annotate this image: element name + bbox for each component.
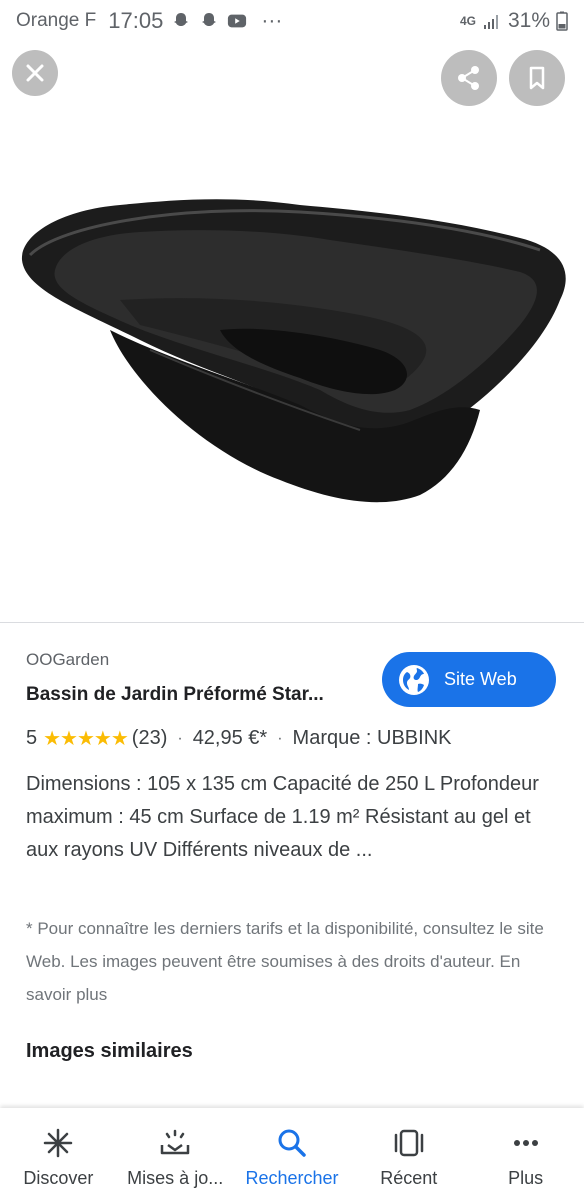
overflow-dots: ···	[261, 9, 283, 32]
nav-label: Rechercher	[245, 1168, 339, 1188]
network-type: 4G	[459, 14, 476, 28]
disclaimer-text: * Pour connaître les derniers tarifs et …	[26, 919, 544, 1004]
source-name[interactable]: OOGarden	[26, 650, 109, 670]
youtube-icon	[228, 14, 247, 28]
close-icon	[26, 64, 44, 82]
product-image[interactable]	[0, 150, 584, 590]
review-count[interactable]: (23)	[132, 727, 168, 750]
price: 42,95 €*	[192, 727, 268, 749]
share-icon	[458, 66, 479, 90]
battery-icon	[556, 11, 568, 31]
separator: ·	[177, 729, 183, 747]
snapchat-icon	[202, 13, 217, 26]
carrier-name: Orange F	[16, 10, 97, 31]
product-description: Dimensions : 105 x 135 cm Capacité de 25…	[26, 773, 539, 861]
nav-label: Plus	[508, 1168, 544, 1188]
bookmark-button[interactable]	[509, 50, 565, 106]
nav-discover[interactable]: Discover	[0, 1108, 117, 1200]
visit-site-button[interactable]: Site Web	[382, 652, 556, 707]
star-rating: ★★★★★	[43, 728, 129, 750]
nav-more[interactable]: Plus	[467, 1108, 584, 1200]
divider	[0, 622, 584, 623]
globe-icon	[399, 664, 429, 695]
snapchat-icon	[174, 13, 189, 26]
more-icon	[513, 1140, 538, 1146]
bookmark-icon	[529, 66, 545, 90]
similar-images-heading: Images similaires	[26, 1040, 193, 1062]
separator: ·	[277, 729, 283, 747]
recent-icon	[394, 1129, 424, 1157]
nav-label: Discover	[23, 1168, 94, 1188]
signal-icon	[483, 15, 498, 29]
nav-label: Mises à jo...	[127, 1168, 224, 1188]
nav-updates[interactable]: Mises à jo...	[117, 1108, 234, 1200]
close-button[interactable]	[12, 50, 58, 96]
clock: 17:05	[108, 8, 164, 33]
share-button[interactable]	[441, 50, 497, 106]
search-icon	[278, 1129, 306, 1157]
nav-search[interactable]: Rechercher	[234, 1108, 351, 1200]
updates-icon	[160, 1129, 190, 1155]
bottom-nav: Discover Mises à jo... Rechercher Récent…	[0, 1108, 584, 1200]
site-button-label: Site Web	[444, 669, 517, 689]
rating-value: 5	[26, 727, 38, 749]
product-title[interactable]: Bassin de Jardin Préformé Star...	[26, 684, 366, 706]
brand: Marque : UBBINK	[292, 727, 452, 749]
battery-percent: 31%	[507, 9, 550, 32]
asterisk-icon	[44, 1128, 73, 1158]
nav-recent[interactable]: Récent	[350, 1108, 467, 1200]
product-meta: 5 ★★★★★ (23) · 42,95 €* · Marque : UBBIN…	[26, 726, 451, 751]
nav-label: Récent	[380, 1168, 438, 1188]
status-bar: Orange F 17:05 ··· 4G 31%	[0, 0, 584, 42]
